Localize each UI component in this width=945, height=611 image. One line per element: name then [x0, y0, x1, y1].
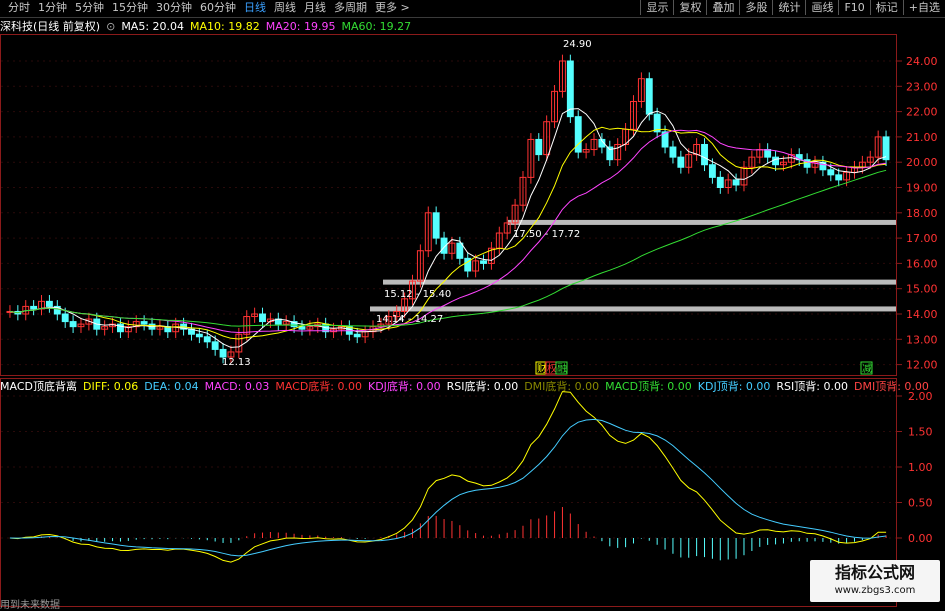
candle-body [882, 136, 890, 161]
candle-body [732, 179, 740, 186]
candle-body [566, 60, 574, 118]
price-tick-label: 12.00 [906, 359, 938, 372]
price-panel-frame [0, 34, 897, 376]
ma-line [9, 169, 887, 327]
price-annotation: 14.14 - 14.27 [376, 314, 443, 325]
candle-body [669, 146, 677, 158]
support-zone-bar [370, 306, 896, 312]
macd-tick-label: 0.00 [908, 532, 933, 545]
chart-canvas: 24.00 23.00 22.00 21.00 20.00 19.00 18.00 17.00… [0, 34, 938, 607]
macd-tick-label: 1.00 [908, 461, 933, 474]
price-tick-label: 17.00 [906, 232, 938, 245]
event-label: 减 [862, 363, 872, 375]
candle-body [677, 156, 685, 168]
price-tick-label: 18.00 [906, 207, 938, 220]
dea-line [9, 418, 887, 557]
candle-body [211, 341, 219, 350]
candle-body [827, 169, 835, 176]
price-annotation: 17.50 - 17.72 [513, 229, 580, 240]
candle-body [835, 174, 843, 181]
macd-tick-label: 0.50 [908, 497, 933, 510]
watermark-url: www.zbgs3.com [834, 585, 916, 596]
price-tick-label: 13.00 [906, 333, 938, 346]
candle-body [772, 156, 779, 166]
support-zone-bar [508, 219, 896, 225]
price-annotation: 12.13 [222, 357, 251, 368]
price-tick-label: 14.00 [906, 308, 938, 321]
price-tick-label: 20.00 [906, 156, 938, 169]
candle-body [195, 333, 203, 338]
candle-body [353, 333, 361, 338]
candle-body [69, 321, 77, 328]
candle-body [480, 260, 487, 264]
price-annotation: 15.12 - 15.40 [384, 289, 451, 300]
candle-body [716, 176, 724, 189]
candle-body [432, 212, 440, 239]
watermark-badge: 指标公式网 www.zbgs3.com [810, 560, 940, 602]
ma-line [9, 108, 887, 348]
support-zone-bar [383, 279, 896, 285]
candle-body [45, 300, 53, 307]
diff-line [9, 391, 887, 563]
candle-body [203, 336, 211, 343]
price-tick-label: 21.00 [906, 131, 938, 144]
candle-body [535, 138, 543, 156]
price-tick-label: 22.00 [906, 106, 938, 119]
candle-body [456, 242, 464, 259]
price-tick-label: 23.00 [906, 80, 938, 93]
candle-body [259, 313, 266, 323]
candle-body [30, 305, 38, 310]
candle-body [61, 313, 69, 323]
price-tick-label: 16.00 [906, 257, 938, 270]
candle-body [708, 164, 716, 178]
candle-body [645, 78, 653, 115]
candle-body [764, 149, 772, 158]
macd-tick-label: 2.00 [908, 390, 933, 403]
macd-tick-label: 1.50 [908, 426, 933, 439]
macd-panel-frame [0, 378, 897, 607]
price-annotation: 24.90 [563, 39, 592, 50]
price-tick-label: 15.00 [906, 283, 938, 296]
price-tick-label: 24.00 [906, 55, 938, 68]
candle-body [219, 348, 227, 358]
event-label: 融 [557, 363, 567, 375]
candle-body [140, 321, 148, 325]
watermark-title: 指标公式网 [834, 563, 915, 582]
price-tick-label: 19.00 [906, 182, 938, 195]
candle-body [701, 143, 708, 166]
